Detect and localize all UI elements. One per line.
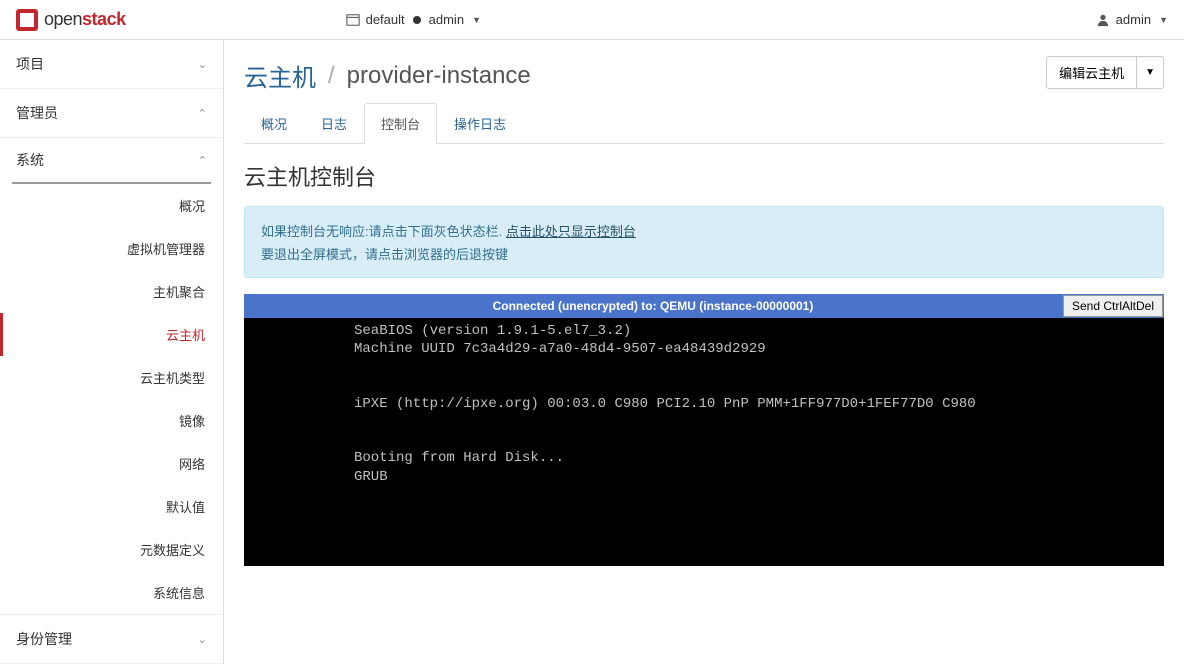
sidebar-item-instances[interactable]: 云主机 bbox=[0, 313, 223, 356]
console-status-bar[interactable]: Connected (unencrypted) to: QEMU (instan… bbox=[244, 294, 1164, 318]
vnc-console: Connected (unencrypted) to: QEMU (instan… bbox=[244, 294, 1164, 566]
logo[interactable]: openstack bbox=[16, 9, 126, 31]
user-icon bbox=[1096, 13, 1110, 27]
user-menu[interactable]: admin ▼ bbox=[1096, 12, 1168, 27]
tab-overview[interactable]: 概况 bbox=[244, 103, 304, 144]
breadcrumb-separator: / bbox=[328, 62, 335, 90]
chevron-up-icon: ⌃ bbox=[198, 107, 207, 120]
edit-instance-button[interactable]: 编辑云主机 bbox=[1046, 56, 1137, 89]
action-button-group: 编辑云主机 ▼ bbox=[1046, 56, 1164, 89]
domain-icon bbox=[346, 13, 360, 27]
info-link[interactable]: 点击此处只显示控制台 bbox=[506, 224, 636, 239]
info-banner: 如果控制台无响应:请点击下面灰色状态栏. 点击此处只显示控制台 要退出全屏模式，… bbox=[244, 206, 1164, 278]
page-title: 云主机控制台 bbox=[244, 160, 1164, 192]
sidebar-item-networks[interactable]: 网络 bbox=[0, 442, 223, 485]
nav-system[interactable]: 系统 ⌃ bbox=[0, 137, 223, 182]
separator-dot-icon bbox=[413, 16, 421, 24]
info-text: 如果控制台无响应:请点击下面灰色状态栏. bbox=[261, 224, 502, 239]
sidebar-item-defaults[interactable]: 默认值 bbox=[0, 485, 223, 528]
breadcrumb-parent[interactable]: 云主机 bbox=[244, 58, 316, 93]
console-output[interactable]: SeaBIOS (version 1.9.1-5.el7_3.2) Machin… bbox=[244, 318, 1164, 566]
send-ctrlaltdel-button[interactable]: Send CtrlAltDel bbox=[1063, 295, 1163, 317]
sidebar-item-hypervisors[interactable]: 虚拟机管理器 bbox=[0, 227, 223, 270]
action-dropdown-toggle[interactable]: ▼ bbox=[1137, 56, 1164, 89]
sidebar-item-sysinfo[interactable]: 系统信息 bbox=[0, 571, 223, 614]
project-label: admin bbox=[429, 12, 464, 27]
sidebar-item-metadata[interactable]: 元数据定义 bbox=[0, 528, 223, 571]
sidebar-item-images[interactable]: 镜像 bbox=[0, 399, 223, 442]
chevron-up-icon: ⌃ bbox=[198, 154, 207, 167]
sidebar-item-host-aggregates[interactable]: 主机聚合 bbox=[0, 270, 223, 313]
breadcrumb-current: provider-instance bbox=[347, 62, 531, 90]
nav-project[interactable]: 项目 ⌄ bbox=[0, 40, 223, 88]
user-label: admin bbox=[1116, 12, 1151, 27]
tab-actionlog[interactable]: 操作日志 bbox=[437, 103, 523, 144]
openstack-logo-icon bbox=[16, 9, 38, 31]
caret-down-icon: ▼ bbox=[1159, 15, 1168, 25]
sidebar-item-overview[interactable]: 概况 bbox=[0, 184, 223, 227]
sidebar-item-flavors[interactable]: 云主机类型 bbox=[0, 356, 223, 399]
chevron-down-icon: ⌄ bbox=[198, 633, 207, 646]
console-status-text: Connected (unencrypted) to: QEMU (instan… bbox=[244, 299, 1062, 313]
context-switcher[interactable]: default admin ▼ bbox=[346, 12, 481, 27]
tab-console[interactable]: 控制台 bbox=[364, 103, 437, 144]
caret-down-icon: ▼ bbox=[472, 15, 481, 25]
chevron-down-icon: ⌄ bbox=[198, 58, 207, 71]
domain-label: default bbox=[366, 12, 405, 27]
nav-admin[interactable]: 管理员 ⌃ bbox=[0, 89, 223, 137]
main-content: 编辑云主机 ▼ 云主机 / provider-instance 概况 日志 控制… bbox=[224, 40, 1184, 664]
brand-text: openstack bbox=[44, 9, 126, 30]
tab-log[interactable]: 日志 bbox=[304, 103, 364, 144]
tabs: 概况 日志 控制台 操作日志 bbox=[244, 103, 1164, 144]
sidebar: 项目 ⌄ 管理员 ⌃ 系统 ⌃ 概况 虚拟机管理器 主机聚合 云主机 云主机类型… bbox=[0, 40, 224, 664]
info-text-2: 要退出全屏模式，请点击浏览器的后退按键 bbox=[261, 244, 1147, 263]
breadcrumb: 云主机 / provider-instance bbox=[244, 58, 1046, 93]
nav-identity[interactable]: 身份管理 ⌄ bbox=[0, 615, 223, 663]
topbar: openstack default admin ▼ admin ▼ bbox=[0, 0, 1184, 40]
